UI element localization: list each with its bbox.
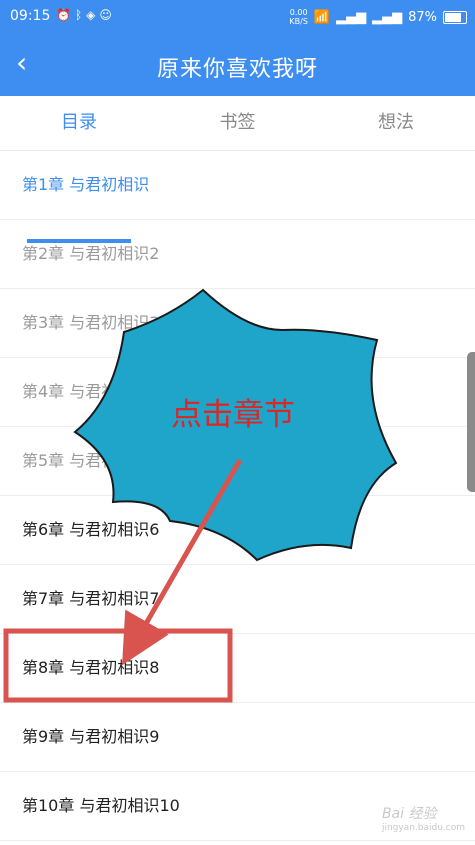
chapter-item-7[interactable]: 第7章 与君初相识7: [0, 565, 475, 634]
scroll-handle[interactable]: [467, 352, 475, 492]
chapter-item-3[interactable]: 第3章 与君初相识3: [0, 289, 475, 358]
chapter-item-8[interactable]: 第8章 与君初相识8: [0, 634, 475, 703]
net-speed: 0.00 KB/S: [289, 8, 308, 26]
signal-icon-2: ▂▄▆: [372, 9, 403, 25]
chapter-item-6[interactable]: 第6章 与君初相识6: [0, 496, 475, 565]
bluetooth-icon: ᛒ: [74, 8, 87, 22]
net-speed-unit: KB/S: [289, 17, 308, 26]
status-bar: 09:15 ⏰ᛒ◈☺ 0.00 KB/S 📶 ▂▄▆ ▂▄▆ 87%: [0, 0, 475, 34]
shield-icon: ◈: [86, 8, 100, 22]
chapter-item-5[interactable]: 第5章 与君初相识5: [0, 427, 475, 496]
qq-icon: ☺: [99, 8, 116, 22]
wifi-icon: 📶: [313, 9, 331, 25]
net-speed-value: 0.00: [289, 8, 308, 17]
status-left-icons: ⏰ᛒ◈☺: [56, 8, 116, 22]
watermark-url: jingyan.baidu.com: [381, 823, 465, 833]
battery-percent: 87%: [408, 9, 437, 25]
title-bar: ‹ 原来你喜欢我呀: [0, 34, 475, 96]
battery-icon: [443, 10, 467, 24]
chapter-item-2[interactable]: 第2章 与君初相识2: [0, 220, 475, 289]
chapter-list: 第1章 与君初相识 第2章 与君初相识2 第3章 与君初相识3 第4章 与君初相…: [0, 151, 475, 841]
status-time: 09:15: [10, 8, 51, 24]
tab-bookmarks[interactable]: 书签: [158, 96, 317, 150]
chapter-item-4[interactable]: 第4章 与君初相识4: [0, 358, 475, 427]
tab-thoughts[interactable]: 想法: [317, 96, 475, 150]
tab-contents[interactable]: 目录: [0, 96, 158, 150]
status-right: 0.00 KB/S 📶 ▂▄▆ ▂▄▆ 87%: [289, 8, 467, 26]
alarm-icon: ⏰: [56, 8, 75, 22]
tab-bar: 目录 书签 想法: [0, 96, 475, 243]
watermark-brand: Bai 经验: [381, 806, 437, 822]
chapter-item-9[interactable]: 第9章 与君初相识9: [0, 703, 475, 772]
chapter-item-1[interactable]: 第1章 与君初相识: [0, 151, 475, 220]
page-title: 原来你喜欢我呀: [156, 57, 318, 82]
watermark: Bai 经验 jingyan.baidu.com: [382, 803, 465, 833]
signal-icon: ▂▄▆: [336, 9, 367, 25]
